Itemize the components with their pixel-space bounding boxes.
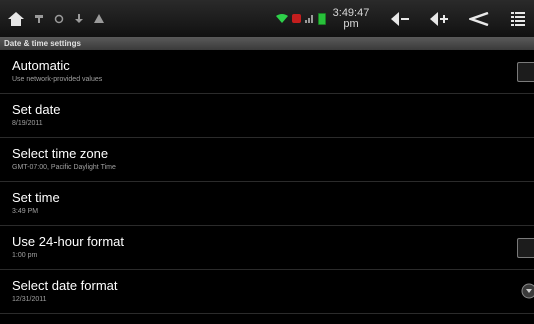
menu-icon <box>511 11 525 26</box>
debug-notification-icon <box>94 13 104 23</box>
automatic-checkbox[interactable] <box>517 62 534 82</box>
setting-date-format[interactable]: Select date format 12/31/2011 <box>0 270 534 314</box>
system-icons <box>276 12 326 25</box>
setting-time-zone[interactable]: Select time zone GMT-07:00, Pacific Dayl… <box>0 138 534 182</box>
setting-set-date[interactable]: Set date 8/19/2011 <box>0 94 534 138</box>
24-hour-checkbox[interactable] <box>517 238 534 258</box>
battery-icon <box>318 12 326 25</box>
setting-summary: 8/19/2011 <box>12 120 43 127</box>
volume-up-button[interactable] <box>424 5 456 33</box>
status-bar-left <box>0 11 104 26</box>
setting-title: Set date <box>12 102 61 117</box>
clock-time: 3:49:47 <box>332 6 370 19</box>
back-button[interactable] <box>463 5 495 33</box>
setting-summary: 12/31/2011 <box>12 296 47 303</box>
setting-automatic[interactable]: Automatic Use network-provided values <box>0 50 534 94</box>
dropdown-arrow-icon[interactable] <box>521 283 534 299</box>
alert-badge-icon <box>292 14 301 23</box>
back-icon <box>469 11 489 26</box>
setting-summary: Use network-provided values <box>12 76 103 83</box>
status-bar: 3:49:47 pm <box>0 0 534 37</box>
download-notification-icon <box>75 13 83 23</box>
setting-summary: GMT-07:00, Pacific Daylight Time <box>12 164 116 171</box>
setting-title: Select time zone <box>12 146 109 161</box>
setting-title: Automatic <box>12 58 70 73</box>
clock: 3:49:47 pm <box>332 6 370 30</box>
page-title: Date & time settings <box>0 37 534 50</box>
setting-summary: 1:00 pm <box>12 252 38 259</box>
home-icon[interactable] <box>8 11 24 26</box>
usb-notification-icon <box>35 14 43 23</box>
setting-summary: 3:49 PM <box>12 208 39 215</box>
setting-24-hour-format[interactable]: Use 24-hour format 1:00 pm <box>0 226 534 270</box>
status-bar-right: 3:49:47 pm <box>276 0 534 37</box>
wifi-icon <box>276 14 288 23</box>
volume-down-button[interactable] <box>385 5 417 33</box>
setting-set-time[interactable]: Set time 3:49 PM <box>0 182 534 226</box>
setting-title: Select date format <box>12 278 118 293</box>
sync-notification-icon <box>54 14 64 23</box>
settings-list: Automatic Use network-provided values Se… <box>0 50 534 314</box>
setting-title: Use 24-hour format <box>12 234 124 249</box>
menu-button[interactable] <box>502 5 534 33</box>
volume-up-icon <box>430 11 448 26</box>
volume-down-icon <box>391 11 409 26</box>
setting-title: Set time <box>12 190 60 205</box>
clock-ampm: pm <box>343 17 359 30</box>
signal-icon <box>305 15 313 23</box>
